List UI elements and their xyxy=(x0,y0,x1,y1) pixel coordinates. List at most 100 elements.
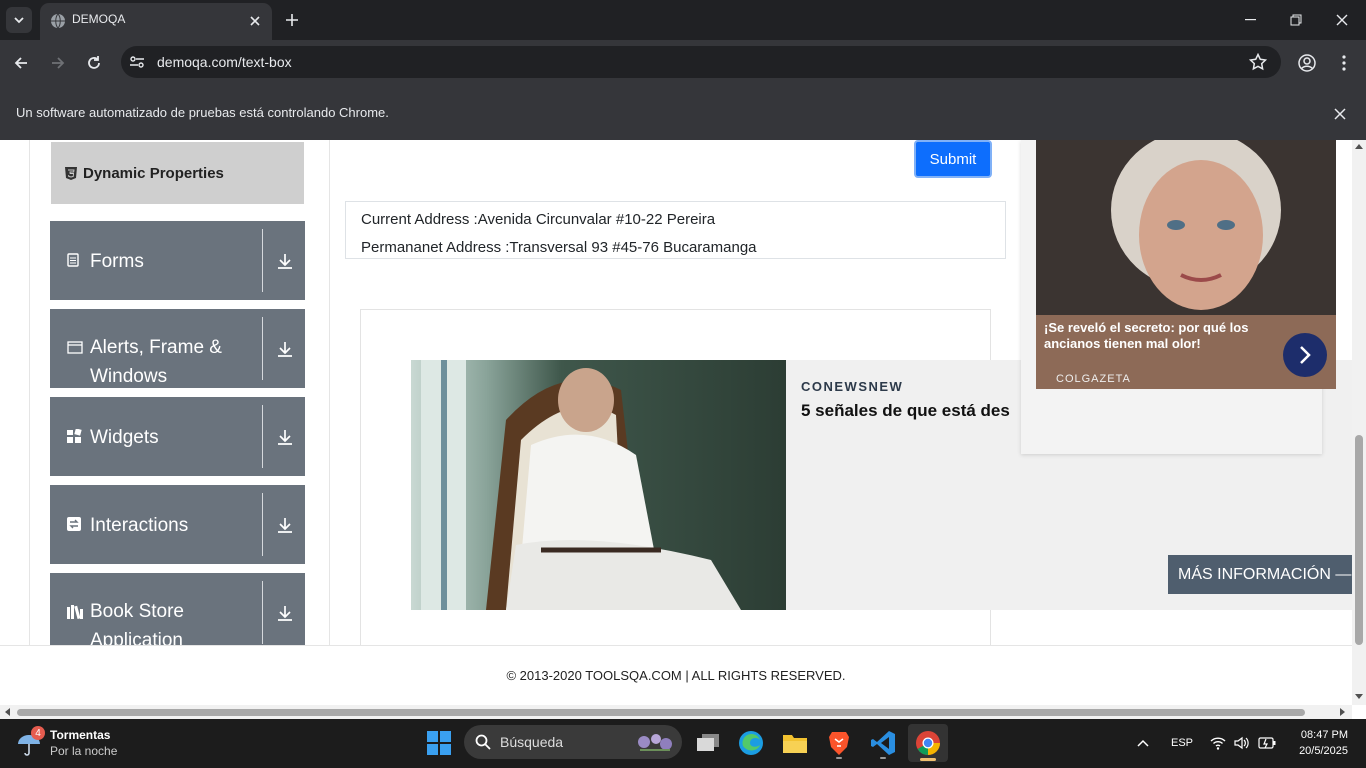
tab-close-button[interactable] xyxy=(246,12,264,30)
url-text[interactable]: demoqa.com/text-box xyxy=(157,54,292,70)
weather-badge: 4 xyxy=(31,726,45,740)
infobar-close-button[interactable] xyxy=(1330,104,1350,124)
scrollbar-thumb[interactable] xyxy=(1355,435,1363,645)
profile-button[interactable] xyxy=(1296,52,1318,74)
divider xyxy=(262,229,263,292)
bookmark-star-icon[interactable] xyxy=(1249,53,1267,71)
page-viewport: Dynamic Properties Forms Alerts, Frame &… xyxy=(0,140,1352,705)
sidebar-item-dynamic-properties[interactable]: Dynamic Properties xyxy=(51,142,304,204)
page-footer: © 2013-2020 TOOLSQA.COM | ALL RIGHTS RES… xyxy=(0,645,1352,705)
ad-sidebar[interactable]: ¡Se reveló el secreto: por qué los ancia… xyxy=(1021,140,1336,454)
battery-icon[interactable] xyxy=(1258,737,1276,749)
volume-icon[interactable] xyxy=(1234,736,1250,750)
chevron-down-icon xyxy=(14,17,24,24)
more-vertical-icon xyxy=(1342,55,1346,71)
more-info-button[interactable]: MÁS INFORMACIÓN — xyxy=(1168,555,1352,594)
arrow-right-icon xyxy=(52,57,65,69)
divider xyxy=(262,405,263,468)
reload-icon xyxy=(88,56,100,69)
window-close-button[interactable] xyxy=(1328,10,1356,30)
ad-brand: CONEWSNEW xyxy=(801,379,904,394)
minimize-icon xyxy=(1244,19,1256,21)
new-tab-button[interactable] xyxy=(282,10,302,30)
sidebar-group-interactions[interactable]: Interactions xyxy=(50,485,305,564)
taskbar-search[interactable]: Búsqueda xyxy=(464,725,682,759)
automation-infobar: Un software automatizado de pruebas está… xyxy=(0,86,1366,140)
start-button[interactable] xyxy=(423,727,455,759)
running-indicator xyxy=(880,757,886,759)
minimize-button[interactable] xyxy=(1236,10,1264,30)
infobar-message: Un software automatizado de pruebas está… xyxy=(16,105,389,120)
divider xyxy=(262,581,263,644)
arrow-left-icon xyxy=(14,57,27,69)
divider xyxy=(262,317,263,380)
ad-image-elderly-man[interactable] xyxy=(411,360,786,610)
download-icon[interactable] xyxy=(276,340,294,358)
weather-subtitle[interactable]: Por la noche xyxy=(50,744,117,758)
scroll-down-icon[interactable] xyxy=(1355,694,1363,700)
edge-button[interactable] xyxy=(735,727,767,759)
download-icon[interactable] xyxy=(276,516,294,534)
clock-date[interactable]: 20/5/2025 xyxy=(1290,745,1348,757)
restore-button[interactable] xyxy=(1282,10,1310,30)
ad-title[interactable]: ¡Se reveló el secreto: por qué los ancia… xyxy=(1044,320,1289,352)
ad-image-elderly-woman[interactable]: ¡Se reveló el secreto: por qué los ancia… xyxy=(1036,140,1336,389)
vscode-button[interactable] xyxy=(867,727,899,759)
horizontal-scrollbar[interactable] xyxy=(0,705,1352,719)
interactions-icon xyxy=(67,517,81,531)
show-hidden-icons-button[interactable] xyxy=(1134,735,1152,751)
sidebar-group-book-store[interactable]: Book Store Application xyxy=(50,573,305,653)
scroll-right-icon[interactable] xyxy=(1340,708,1346,716)
brave-lion-icon xyxy=(829,732,849,755)
globe-icon xyxy=(50,13,66,29)
tab-search-button[interactable] xyxy=(6,7,32,33)
task-view-icon xyxy=(697,734,719,751)
download-icon[interactable] xyxy=(276,252,294,270)
sidebar-group-alerts[interactable]: Alerts, Frame & Windows xyxy=(50,309,305,388)
sidebar-group-forms[interactable]: Forms xyxy=(50,221,305,300)
sidebar-group-widgets[interactable]: Widgets xyxy=(50,397,305,476)
windows-taskbar: 4 Tormentas Por la noche Búsqueda ESP 08… xyxy=(0,719,1366,768)
scroll-left-icon[interactable] xyxy=(4,708,10,716)
chrome-button[interactable] xyxy=(908,724,948,762)
scrollbar-thumb[interactable] xyxy=(17,709,1305,716)
widgets-icon xyxy=(67,429,82,443)
task-view-button[interactable] xyxy=(692,727,724,759)
ad-headline[interactable]: 5 señales de que está des xyxy=(801,401,1010,421)
chrome-icon xyxy=(916,731,940,755)
output-panel: Current Address :Avenida Circunvalar #10… xyxy=(345,201,1006,259)
ad-go-button[interactable] xyxy=(1283,333,1327,377)
scroll-up-icon[interactable] xyxy=(1355,143,1363,149)
books-icon xyxy=(67,605,83,619)
submit-button[interactable]: Submit xyxy=(914,140,992,178)
site-settings-icon[interactable] xyxy=(129,54,145,70)
clock-time[interactable]: 08:47 PM xyxy=(1290,729,1348,741)
browser-menu-button[interactable] xyxy=(1334,52,1354,74)
language-indicator[interactable]: ESP xyxy=(1171,737,1193,749)
download-icon[interactable] xyxy=(276,604,294,622)
left-panel xyxy=(29,140,330,645)
weather-title[interactable]: Tormentas xyxy=(50,728,110,742)
current-address-output: Current Address :Avenida Circunvalar #10… xyxy=(361,211,716,228)
chevron-right-icon xyxy=(1300,346,1311,364)
back-button[interactable] xyxy=(10,52,32,74)
vertical-scrollbar[interactable] xyxy=(1352,140,1366,705)
html5-icon xyxy=(65,166,77,180)
brave-button[interactable] xyxy=(823,727,855,759)
footer-text: © 2013-2020 TOOLSQA.COM | ALL RIGHTS RES… xyxy=(506,668,846,683)
restore-icon xyxy=(1290,14,1302,26)
plus-icon xyxy=(286,14,298,26)
browser-tab[interactable]: DEMOQA xyxy=(40,3,272,40)
forward-button[interactable] xyxy=(47,52,69,74)
address-bar[interactable]: demoqa.com/text-box xyxy=(121,46,1281,78)
running-indicator xyxy=(836,757,842,759)
document-icon xyxy=(67,253,79,267)
browser-tab-strip: DEMOQA xyxy=(0,0,1366,40)
download-icon[interactable] xyxy=(276,428,294,446)
reload-button[interactable] xyxy=(83,52,105,74)
ad-brand: COLGAZETA xyxy=(1056,373,1131,385)
close-icon xyxy=(250,16,260,26)
group-label: Interactions xyxy=(90,515,189,536)
file-explorer-button[interactable] xyxy=(779,727,811,759)
wifi-icon[interactable] xyxy=(1210,736,1226,750)
